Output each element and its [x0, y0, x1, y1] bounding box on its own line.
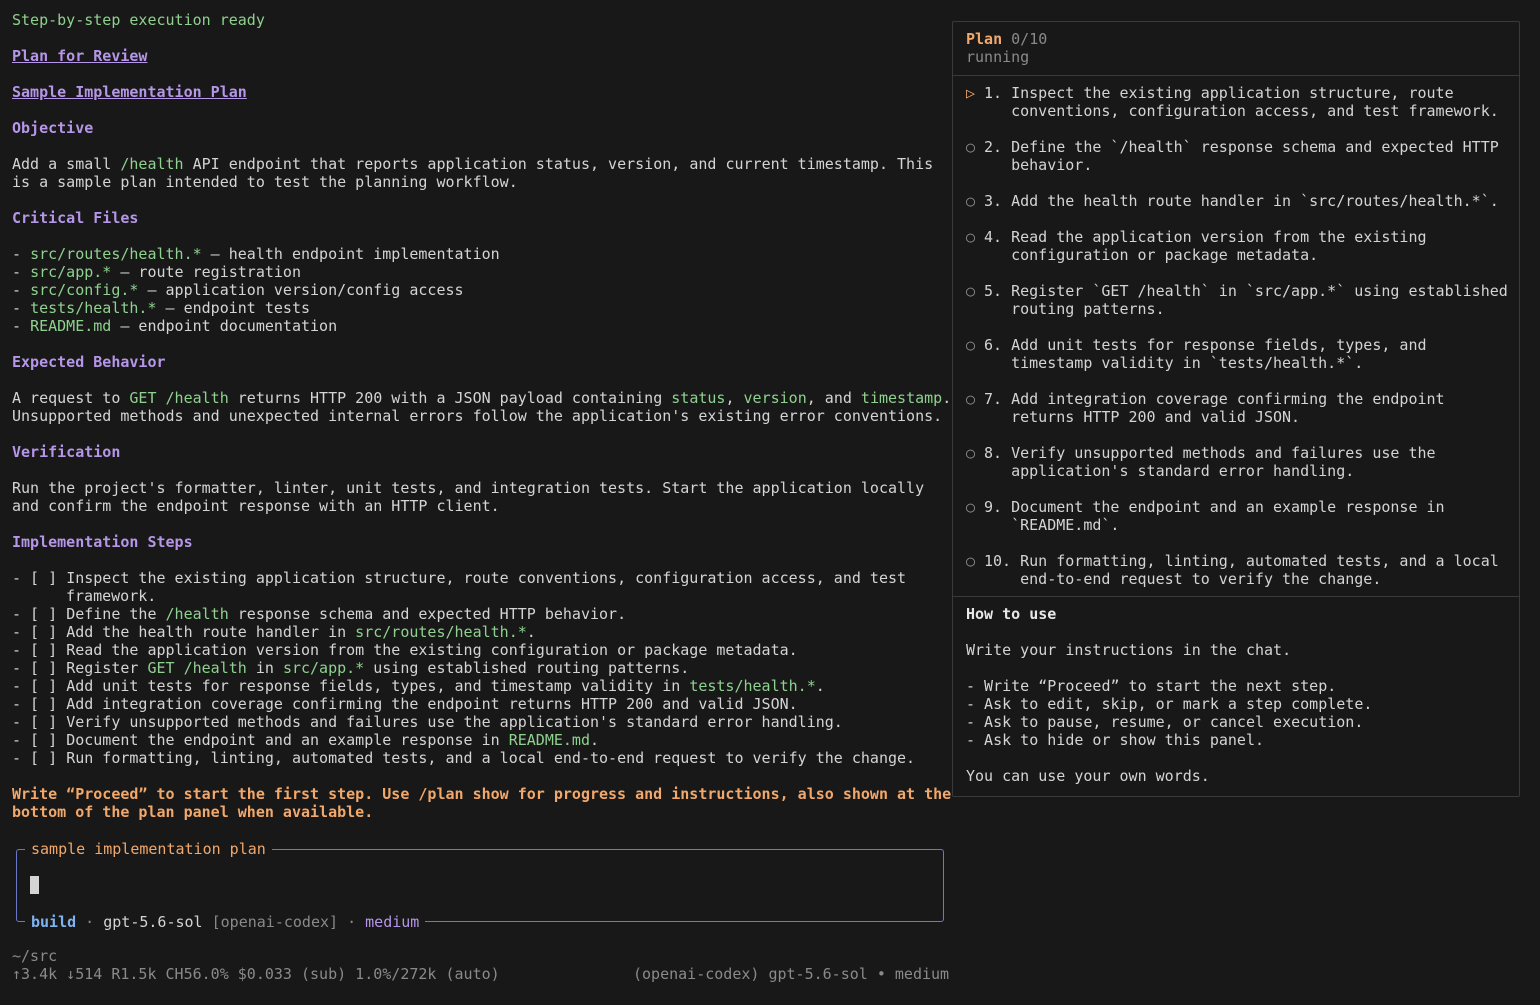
list-item: - [ ] Define the /health response schema…: [12, 605, 627, 623]
plan-step: ○ 5. Register `GET /health` in `src/app.*…: [966, 282, 1511, 318]
plan-step-text: Add the health route handler in `src/rou…: [1011, 192, 1499, 210]
how-to-use-section: How to use Write your instructions in th…: [966, 605, 1511, 785]
plan-step-text: Document the endpoint and an example res…: [1011, 498, 1445, 534]
plan-panel-title: Plan: [966, 30, 1003, 48]
plan-title-link[interactable]: Sample Implementation Plan: [12, 83, 247, 101]
list-item: - README.md — endpoint documentation: [12, 317, 338, 335]
plan-step: ○ 2. Define the `/health` response schema…: [966, 138, 1511, 174]
file-path: src/app.*: [30, 263, 112, 281]
model-info: (openai-codex) gpt-5.6-sol • medium: [633, 965, 950, 983]
input-footer: build · gpt-5.6-sol [openai-codex] · med…: [25, 913, 426, 931]
expected-text: A request to GET /health returns HTTP 20…: [12, 389, 952, 407]
list-item: - [ ] Register GET /health in src/app.* …: [12, 659, 690, 677]
pending-step-icon: ○: [966, 336, 976, 354]
expected-heading: Expected Behavior: [12, 353, 166, 371]
divider: [953, 75, 1519, 76]
cwd-label: ~/src: [12, 947, 58, 965]
verification-heading: Verification: [12, 443, 121, 461]
plan-step: ○ 8. Verify unsupported methods and failu…: [966, 444, 1511, 480]
file-path: src/routes/health.*: [30, 245, 202, 263]
pending-step-icon: ○: [966, 138, 976, 156]
mode-label[interactable]: build: [31, 913, 76, 931]
plan-steps-list: ▷ 1. Inspect the existing application str…: [966, 84, 1511, 606]
objective-text-cont: is a sample plan intended to test the pl…: [12, 173, 518, 191]
how-to-use-outro: You can use your own words.: [966, 767, 1210, 785]
plan-step-text: Run formatting, linting, automated tests…: [1020, 552, 1499, 588]
verification-text: Run the project's formatter, linter, uni…: [12, 479, 925, 497]
list-item: - [ ] Add unit tests for response fields…: [12, 677, 825, 695]
plan-step: ○ 9. Document the endpoint and an example…: [966, 498, 1511, 534]
list-item: - Ask to edit, skip, or mark a step comp…: [966, 695, 1373, 713]
chat-transcript: Step-by-step execution ready Plan for Re…: [12, 11, 952, 821]
list-item: - [ ] Read the application version from …: [12, 641, 798, 659]
how-to-use-heading: How to use: [966, 605, 1057, 623]
active-step-icon: ▷: [966, 84, 976, 102]
objective-text: Add a small /health API endpoint that re…: [12, 155, 934, 173]
plan-step: ▷ 1. Inspect the existing application str…: [966, 84, 1511, 120]
plan-step: ○ 4. Read the application version from th…: [966, 228, 1511, 264]
usage-stats: ↑3.4k ↓514 R1.5k CH56.0% $0.033 (sub) 1.…: [12, 965, 500, 983]
plan-step-text: Read the application version from the ex…: [1011, 228, 1427, 264]
list-item: - src/app.* — route registration: [12, 263, 301, 281]
plan-step: ○ 3. Add the health route handler in `src…: [966, 192, 1511, 210]
status-line: Step-by-step execution ready: [12, 11, 265, 29]
file-path: tests/health.*: [30, 299, 157, 317]
how-to-use-intro: Write your instructions in the chat.: [966, 641, 1292, 659]
pending-step-icon: ○: [966, 552, 976, 570]
pending-step-icon: ○: [966, 228, 976, 246]
list-item: - [ ] Run formatting, linting, automated…: [12, 749, 916, 767]
plan-step: ○ 10. Run formatting, linting, automated …: [966, 552, 1511, 588]
list-item-cont: framework.: [66, 587, 157, 605]
impl-steps-heading: Implementation Steps: [12, 533, 193, 551]
pending-step-icon: ○: [966, 282, 976, 300]
plan-for-review-link[interactable]: Plan for Review: [12, 47, 147, 65]
effort-label[interactable]: medium: [365, 913, 419, 931]
list-item: - Ask to hide or show this panel.: [966, 731, 1265, 749]
plan-step-text: Inspect the existing application structu…: [1011, 84, 1499, 120]
list-item: - src/routes/health.* — health endpoint …: [12, 245, 500, 263]
text-cursor: [30, 876, 39, 894]
list-item: - [ ] Add integration coverage confirmin…: [12, 695, 798, 713]
plan-step-text: Register `GET /health` in `src/app.*` us…: [1011, 282, 1508, 318]
expected-text-cont: Unsupported methods and unexpected inter…: [12, 407, 943, 425]
objective-heading: Objective: [12, 119, 94, 137]
list-item: - Ask to pause, resume, or cancel execut…: [966, 713, 1364, 731]
impl-steps-list: - [ ] Inspect the existing application s…: [12, 569, 952, 767]
plan-step-text: Define the `/health` response schema and…: [1011, 138, 1499, 174]
model-label[interactable]: gpt-5.6-sol: [103, 913, 202, 931]
provider-label: [openai-codex]: [202, 913, 339, 931]
plan-step: ○ 6. Add unit tests for response fields, …: [966, 336, 1511, 372]
plan-step-text: Verify unsupported methods and failures …: [1011, 444, 1436, 480]
file-path: src/config.*: [30, 281, 139, 299]
list-item: - [ ] Inspect the existing application s…: [12, 569, 907, 587]
file-path: README.md: [30, 317, 112, 335]
pending-step-icon: ○: [966, 192, 976, 210]
list-item: - Write “Proceed” to start the next step…: [966, 677, 1337, 695]
how-to-use-list: - Write “Proceed” to start the next step…: [966, 677, 1511, 749]
divider: [953, 596, 1519, 597]
plan-step: ○ 7. Add integration coverage confirming …: [966, 390, 1511, 426]
plan-step-text: Add unit tests for response fields, type…: [1011, 336, 1427, 372]
pending-step-icon: ○: [966, 390, 976, 408]
plan-panel-header: Plan 0/10 running: [966, 30, 1047, 66]
plan-step-text: Add integration coverage confirming the …: [1011, 390, 1445, 426]
instruction-text-cont: bottom of the plan panel when available.: [12, 803, 374, 821]
instruction-text: Write “Proceed” to start the first step.…: [12, 785, 952, 803]
critical-files-list: - src/routes/health.* — health endpoint …: [12, 245, 952, 335]
list-item: - src/config.* — application version/con…: [12, 281, 464, 299]
pending-step-icon: ○: [966, 498, 976, 516]
pending-step-icon: ○: [966, 444, 976, 462]
list-item: - [ ] Add the health route handler in sr…: [12, 623, 536, 641]
input-title: sample implementation plan: [25, 840, 272, 858]
plan-progress-count: 0/10: [1002, 30, 1048, 48]
list-item: - tests/health.* — endpoint tests: [12, 299, 311, 317]
critical-files-heading: Critical Files: [12, 209, 139, 227]
verification-text-cont: and confirm the endpoint response with a…: [12, 497, 500, 515]
chat-input-box[interactable]: sample implementation plan build · gpt-5…: [16, 840, 944, 931]
plan-state: running: [966, 48, 1030, 66]
list-item: - [ ] Verify unsupported methods and fai…: [12, 713, 843, 731]
plan-panel: Plan 0/10 running ▷ 1. Inspect the existi…: [952, 21, 1520, 797]
list-item: - [ ] Document the endpoint and an examp…: [12, 731, 600, 749]
